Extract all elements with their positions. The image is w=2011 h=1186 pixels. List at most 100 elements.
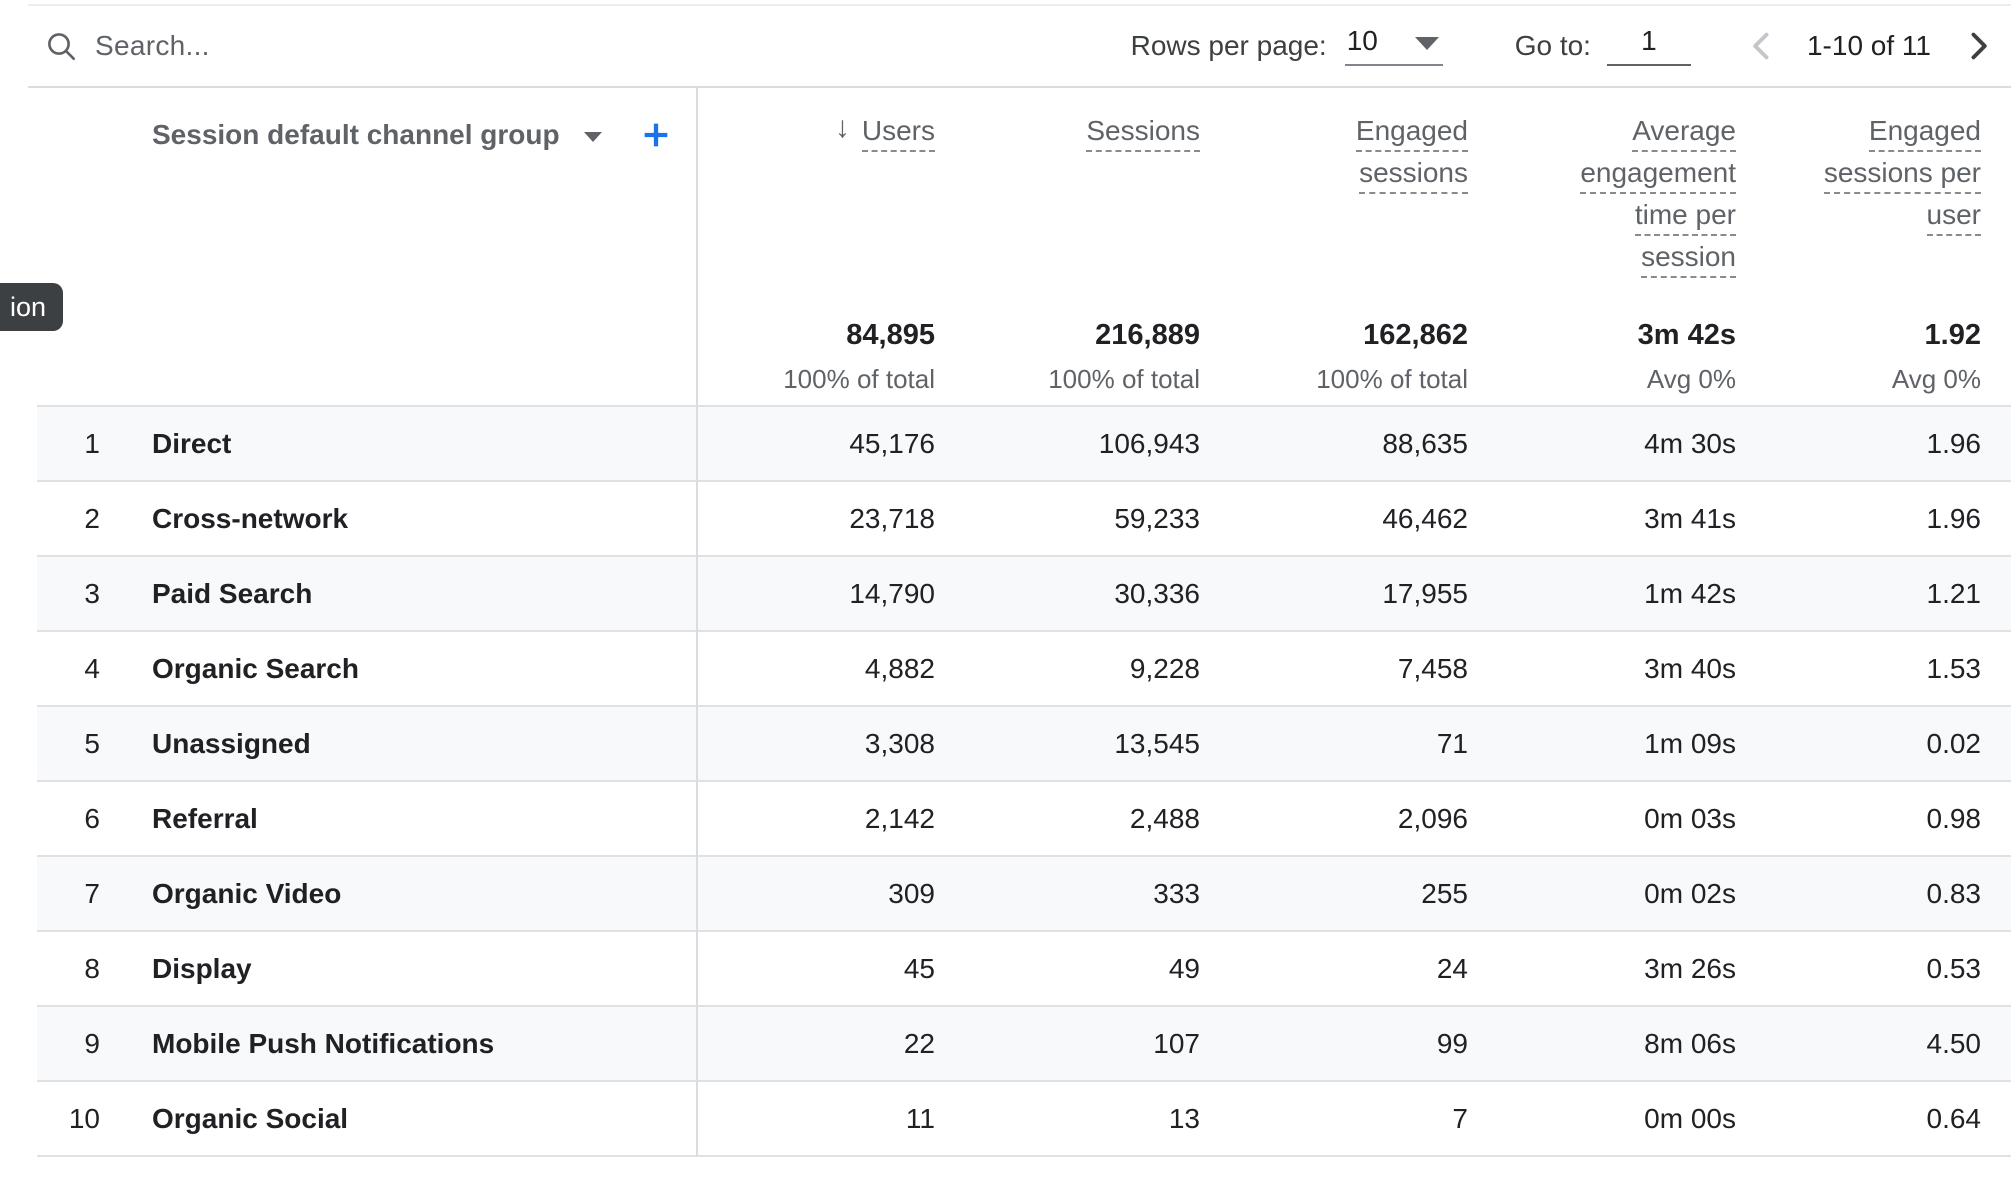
- totals-engaged-sessions: 162,862 100% of total: [1200, 310, 1468, 406]
- row-number: 4: [84, 652, 100, 684]
- sort-descending-icon: ↓: [834, 111, 850, 144]
- total-value: 84,895: [846, 319, 935, 351]
- table-row: 1 Direct 45,176 106,943 88,635 4m 30s 1.96: [37, 406, 2011, 481]
- metric-engaged-sessions: 17,955: [1382, 577, 1468, 609]
- column-header-text: Average: [1632, 115, 1736, 152]
- metric-average-engagement-time-per-session: 0m 00s: [1644, 1102, 1736, 1134]
- rows-per-page-select[interactable]: 10: [1344, 25, 1443, 66]
- search-input[interactable]: Search...: [45, 30, 465, 62]
- row-number: 7: [84, 877, 100, 909]
- totals-engaged-sessions-per-user: 1.92 Avg 0%: [1736, 310, 2011, 406]
- row-number: 8: [84, 952, 100, 984]
- metric-users: 22: [903, 1027, 935, 1059]
- column-header-engaged-sessions[interactable]: Engaged sessions: [1200, 88, 1468, 310]
- metric-sessions: 2,488: [1129, 802, 1200, 834]
- channel-name: Organic Search: [152, 652, 359, 684]
- column-header-average-engagement-time-per-session[interactable]: Average engagement time per session: [1468, 88, 1736, 310]
- metric-average-engagement-time-per-session: 3m 41s: [1644, 502, 1736, 534]
- row-number: 1: [84, 427, 100, 459]
- channel-name: Unassigned: [152, 727, 311, 759]
- table-row: 5 Unassigned 3,308 13,545 71 1m 09s 0.02: [37, 706, 2011, 781]
- pagination-range: 1-10 of 11: [1806, 30, 1931, 61]
- channel-name: Display: [152, 952, 252, 984]
- metric-average-engagement-time-per-session: 4m 30s: [1644, 427, 1736, 459]
- totals-sessions: 216,889 100% of total: [935, 310, 1200, 406]
- total-subtext: Avg 0%: [1646, 364, 1736, 394]
- metric-engaged-sessions-per-user: 1.21: [1926, 577, 1982, 609]
- metric-engaged-sessions: 7: [1452, 1102, 1468, 1134]
- dimension-cell: 10 Organic Social: [37, 1081, 698, 1156]
- total-value: 162,862: [1363, 319, 1468, 351]
- metric-average-engagement-time-per-session: 0m 02s: [1644, 877, 1736, 909]
- metric-average-engagement-time-per-session: 3m 26s: [1644, 952, 1736, 984]
- column-header-text: Sessions: [1086, 115, 1200, 152]
- metric-engaged-sessions-per-user: 0.98: [1926, 802, 1982, 834]
- dimension-cell: 8 Display: [37, 931, 698, 1006]
- total-value: 216,889: [1095, 319, 1200, 351]
- total-value: 3m 42s: [1637, 319, 1736, 351]
- metric-engaged-sessions: 88,635: [1382, 427, 1468, 459]
- channel-name: Paid Search: [152, 577, 313, 609]
- dimension-header-cell: Session default channel group: [37, 88, 698, 310]
- dimension-cell: 5 Unassigned: [37, 706, 698, 781]
- channel-name: Organic Video: [152, 877, 342, 909]
- metric-engaged-sessions: 99: [1436, 1027, 1468, 1059]
- chevron-right-icon: [1961, 29, 1995, 63]
- channel-name: Cross-network: [152, 502, 349, 534]
- dimension-cell: 1 Direct: [37, 406, 698, 481]
- row-number: 9: [84, 1027, 100, 1059]
- metric-engaged-sessions-per-user: 0.02: [1926, 727, 1982, 759]
- column-header-text: session: [1641, 241, 1736, 278]
- total-subtext: Avg 0%: [1891, 364, 1981, 394]
- metric-engaged-sessions: 7,458: [1397, 652, 1468, 684]
- dimension-cell: 9 Mobile Push Notifications: [37, 1006, 698, 1081]
- row-number: 5: [84, 727, 100, 759]
- metric-users: 3,308: [864, 727, 935, 759]
- column-header-users[interactable]: ↓ Users: [697, 88, 935, 310]
- table-row: 2 Cross-network 23,718 59,233 46,462 3m 41s 1.…: [37, 481, 2011, 556]
- row-number: 6: [84, 802, 100, 834]
- metric-engaged-sessions-per-user: 1.96: [1926, 502, 1982, 534]
- next-page-button[interactable]: [1959, 27, 1997, 65]
- metric-users: 45,176: [849, 427, 935, 459]
- column-header-sessions[interactable]: Sessions: [935, 88, 1200, 310]
- metric-users: 14,790: [849, 577, 935, 609]
- table-row: 9 Mobile Push Notifications 22 107 99 8m 06s 4…: [37, 1006, 2011, 1081]
- metric-sessions: 107: [1153, 1027, 1200, 1059]
- column-header-text: sessions: [1359, 157, 1468, 194]
- metric-sessions: 13: [1168, 1102, 1200, 1134]
- column-header-engaged-sessions-per-user[interactable]: Engaged sessions per user: [1736, 88, 2011, 310]
- total-subtext: 100% of total: [783, 364, 935, 394]
- column-header-text: Users: [861, 115, 935, 152]
- dimension-cell: 2 Cross-network: [37, 481, 698, 556]
- metric-average-engagement-time-per-session: 1m 42s: [1644, 577, 1736, 609]
- metric-engaged-sessions: 46,462: [1382, 502, 1468, 534]
- search-icon: [45, 30, 77, 62]
- total-subtext: 100% of total: [1316, 364, 1468, 394]
- table-row: 8 Display 45 49 24 3m 26s 0.53: [37, 931, 2011, 1006]
- totals-users: 84,895 100% of total: [697, 310, 935, 406]
- go-to-page-input[interactable]: 1: [1606, 25, 1691, 66]
- table-row: 6 Referral 2,142 2,488 2,096 0m 03s 0.98: [37, 781, 2011, 856]
- table-row: 10 Organic Social 11 13 7 0m 00s 0.64: [37, 1081, 2011, 1156]
- report-table: Session default channel group ↓ Users Se…: [37, 88, 2011, 1157]
- metric-engaged-sessions-per-user: 4.50: [1926, 1027, 1982, 1059]
- add-dimension-button[interactable]: [640, 119, 672, 151]
- channel-name: Organic Social: [152, 1102, 349, 1134]
- metric-sessions: 9,228: [1129, 652, 1200, 684]
- rows-per-page-value: 10: [1346, 25, 1378, 56]
- previous-page-button[interactable]: [1743, 27, 1781, 65]
- table-row: 4 Organic Search 4,882 9,228 7,458 3m 40s 1.53: [37, 631, 2011, 706]
- column-header-text: Engaged: [1868, 115, 1981, 152]
- metric-engaged-sessions: 255: [1421, 877, 1468, 909]
- go-to-label: Go to:: [1514, 30, 1591, 61]
- column-header-text: user: [1926, 199, 1981, 236]
- row-number: 10: [68, 1102, 100, 1134]
- chevron-down-icon: [1414, 37, 1439, 50]
- dimension-label: Session default channel group: [152, 119, 560, 150]
- go-to-page-value: 1: [1641, 25, 1657, 56]
- metric-engaged-sessions-per-user: 0.64: [1926, 1102, 1982, 1134]
- totals-dimension-cell: [37, 310, 698, 406]
- dimension-selector[interactable]: Session default channel group: [152, 120, 602, 150]
- totals-average-engagement-time-per-session: 3m 42s Avg 0%: [1468, 310, 1736, 406]
